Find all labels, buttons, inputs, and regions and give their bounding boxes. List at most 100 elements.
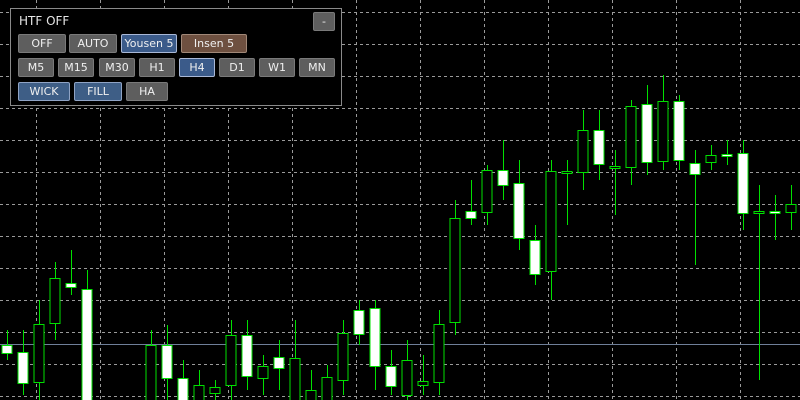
candle [193, 370, 205, 400]
candle-body [385, 366, 397, 387]
candle-body [577, 130, 589, 173]
candle [417, 355, 429, 395]
candle-body [241, 335, 253, 377]
candle [545, 160, 557, 300]
candle [753, 185, 765, 380]
candle-body [145, 345, 157, 400]
candle [305, 370, 317, 400]
candle-body [177, 378, 189, 400]
candle [321, 365, 333, 400]
candle [561, 160, 573, 225]
candle [657, 75, 669, 170]
candles [1, 75, 797, 400]
candle [241, 320, 253, 390]
candle-body [369, 308, 381, 367]
candle-body [161, 345, 173, 379]
candle [337, 320, 349, 395]
candle [369, 300, 381, 390]
candle-body [449, 218, 461, 323]
candle-body [737, 153, 749, 214]
candle-body [641, 104, 653, 163]
candle-body [561, 171, 573, 174]
candle [609, 150, 621, 215]
candle [273, 340, 285, 390]
candle-body [81, 289, 93, 400]
candle-body [609, 166, 621, 169]
fill-toggle-button[interactable]: FILL [74, 82, 122, 101]
minimize-button[interactable]: - [313, 12, 335, 31]
candle [65, 250, 77, 295]
candle-body [497, 170, 509, 186]
timeframe-h1-button[interactable]: H1 [139, 58, 175, 77]
candle [17, 330, 29, 395]
candle [257, 355, 269, 395]
candle [577, 110, 589, 190]
htf-status-title: HTF OFF [19, 14, 70, 28]
candle-body [529, 240, 541, 275]
insen-button[interactable]: Insen 5 [181, 34, 247, 53]
candle [529, 225, 541, 285]
candle-body [209, 387, 221, 394]
candle [625, 100, 637, 185]
candle [673, 95, 685, 170]
candle-body [305, 390, 317, 400]
timeframe-m15-button[interactable]: M15 [58, 58, 94, 77]
htf-off-button[interactable]: OFF [18, 34, 66, 53]
candle-body [33, 324, 45, 383]
candle [785, 185, 797, 230]
candle-body [257, 366, 269, 379]
candle-body [721, 154, 733, 157]
candle-body [705, 155, 717, 163]
timeframe-w1-button[interactable]: W1 [259, 58, 295, 77]
candle [353, 300, 365, 345]
candle [161, 325, 173, 400]
candle-body [689, 163, 701, 175]
candle [513, 160, 525, 250]
candle-body [289, 358, 301, 400]
candle [1, 330, 13, 360]
candle-body [353, 310, 365, 335]
candle [593, 110, 605, 180]
candle-body [225, 335, 237, 386]
candle [641, 85, 653, 175]
candle [449, 200, 461, 335]
candle [433, 310, 445, 395]
candle-body [545, 171, 557, 272]
candle-body [417, 381, 429, 386]
candle [737, 140, 749, 230]
yousen-button[interactable]: Yousen 5 [121, 34, 177, 53]
heikin-ashi-toggle-button[interactable]: HA [126, 82, 168, 101]
wick-toggle-button[interactable]: WICK [18, 82, 70, 101]
candle [33, 300, 45, 400]
candle-body [17, 352, 29, 384]
candle-body [193, 385, 205, 400]
timeframe-m5-button[interactable]: M5 [18, 58, 54, 77]
candle-body [785, 204, 797, 213]
timeframe-m30-button[interactable]: M30 [99, 58, 135, 77]
candle-body [65, 283, 77, 288]
candle-body [753, 211, 765, 214]
candle [705, 145, 717, 170]
candle-body [401, 360, 413, 396]
candle-body [593, 130, 605, 165]
candle-body [657, 101, 669, 162]
candle-body [465, 211, 477, 219]
candle-body [625, 106, 637, 168]
timeframe-d1-button[interactable]: D1 [219, 58, 255, 77]
candle [481, 165, 493, 225]
candle [689, 150, 701, 265]
candle [289, 320, 301, 400]
candle-body [481, 170, 493, 213]
candle [385, 350, 397, 395]
htf-auto-button[interactable]: AUTO [69, 34, 117, 53]
candle-body [49, 278, 61, 324]
candle [769, 195, 781, 240]
candle [401, 340, 413, 400]
candle [81, 270, 93, 400]
candle-body [273, 357, 285, 369]
timeframe-h4-button[interactable]: H4 [179, 58, 215, 77]
candle [177, 360, 189, 400]
timeframe-mn-button[interactable]: MN [299, 58, 335, 77]
candle [721, 140, 733, 165]
candle-body [769, 211, 781, 214]
